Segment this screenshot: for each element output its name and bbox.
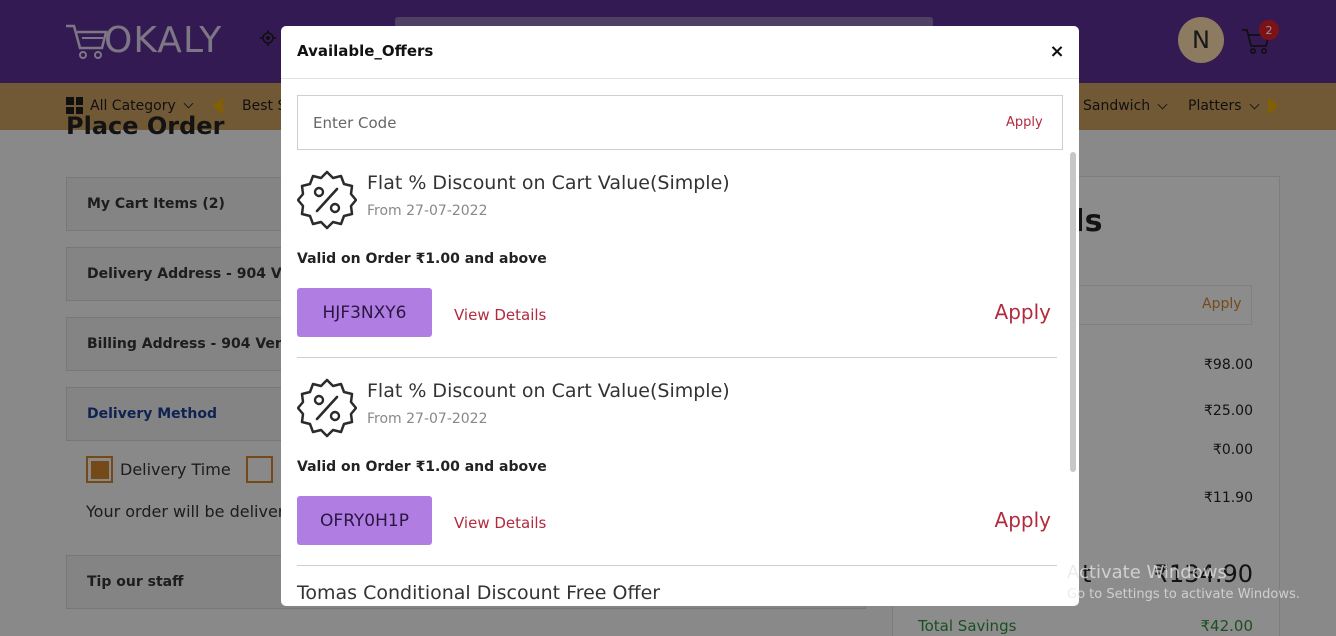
- discount-badge-icon: [297, 170, 357, 230]
- windows-watermark-subtitle: Go to Settings to activate Windows.: [1067, 587, 1300, 602]
- offer-date: From 27-07-2022: [367, 203, 488, 219]
- view-details-link[interactable]: View Details: [454, 306, 546, 324]
- offer-card: Flat % Discount on Cart Value(Simple) Fr…: [297, 358, 1057, 566]
- offer-card: Flat % Discount on Cart Value(Simple) Fr…: [297, 150, 1057, 358]
- divider: [297, 565, 1057, 566]
- offer-validity: Valid on Order ₹1.00 and above: [297, 251, 547, 267]
- offer-date: From 27-07-2022: [367, 411, 488, 427]
- coupon-code-input[interactable]: [298, 96, 978, 149]
- offer-code-chip[interactable]: HJF3NXY6: [297, 288, 432, 337]
- view-details-link[interactable]: View Details: [454, 514, 546, 532]
- offer-apply-button[interactable]: Apply: [995, 300, 1051, 324]
- windows-watermark-title: Activate Windows: [1067, 562, 1227, 583]
- offer-apply-button[interactable]: Apply: [995, 508, 1051, 532]
- coupon-code-box: Apply: [297, 95, 1063, 150]
- discount-badge-icon: [297, 378, 357, 438]
- offers-modal: Available_Offers × Apply Flat % Discount…: [281, 26, 1079, 606]
- offer-validity: Valid on Order ₹1.00 and above: [297, 459, 547, 475]
- modal-header: Available_Offers ×: [281, 26, 1079, 79]
- close-icon[interactable]: ×: [1046, 40, 1068, 62]
- offer-title: Flat % Discount on Cart Value(Simple): [367, 172, 730, 194]
- offer-title: Flat % Discount on Cart Value(Simple): [367, 380, 730, 402]
- offer-code-chip[interactable]: OFRY0H1P: [297, 496, 432, 545]
- coupon-apply-button[interactable]: Apply: [1006, 115, 1043, 130]
- offer-title-partial: Tomas Conditional Discount Free Offer: [297, 582, 661, 604]
- offers-list[interactable]: Flat % Discount on Cart Value(Simple) Fr…: [281, 150, 1079, 606]
- modal-title: Available_Offers: [297, 42, 434, 60]
- scrollbar-thumb[interactable]: [1070, 152, 1076, 472]
